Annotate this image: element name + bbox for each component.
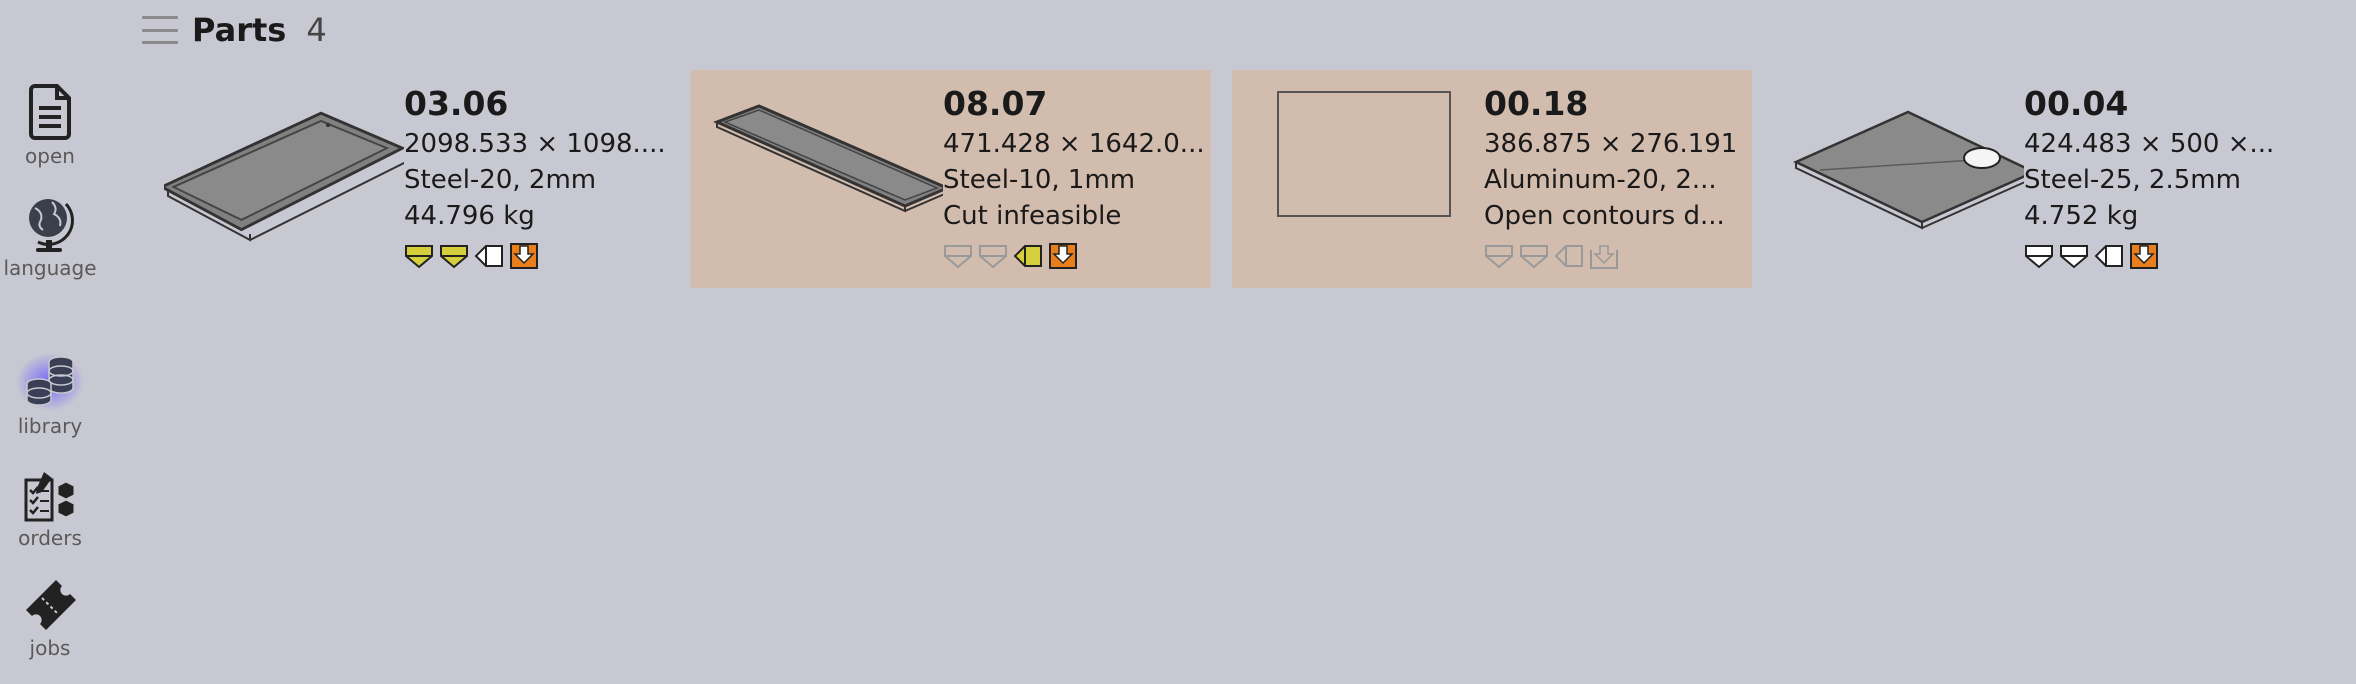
bend-down-icon[interactable]: [1519, 242, 1549, 270]
part-card-00-18[interactable]: 00.18 386.875 × 276.191 Aluminum-20, 2..…: [1232, 70, 1752, 288]
ticket-icon: [26, 580, 76, 630]
bend-down-icon[interactable]: [943, 242, 973, 270]
part-thumbnail: [164, 111, 404, 242]
sidebar-item-language[interactable]: language: [0, 194, 100, 280]
orders-checklist-icon: [24, 472, 75, 522]
sidebar-item-label: orders: [18, 526, 82, 550]
part-dimensions: 424.483 × 500 ×...: [2024, 129, 2275, 159]
part-status: Open contours d...: [1484, 201, 1725, 231]
part-thumbnail: [1793, 110, 2024, 230]
part-material: Steel-20, 2mm: [404, 165, 597, 195]
download-icon[interactable]: [509, 242, 539, 270]
tag-icon[interactable]: [1013, 242, 1043, 270]
part-status-icons: [1484, 242, 1748, 270]
page-title: Parts: [192, 11, 287, 49]
part-info: 08.07 471.428 × 1642.0... Steel-10, 1mm …: [943, 82, 1207, 270]
part-dimensions: 386.875 × 276.191: [1484, 129, 1738, 159]
download-icon[interactable]: [1589, 242, 1619, 270]
tag-icon[interactable]: [2094, 242, 2124, 270]
sidebar-item-label: open: [25, 144, 75, 168]
bend-down-icon[interactable]: [439, 242, 469, 270]
sidebar-item-jobs[interactable]: jobs: [0, 576, 100, 660]
sidebar-item-label: jobs: [29, 636, 71, 660]
part-dimensions: 2098.533 × 1098....: [404, 129, 666, 159]
sidebar: open language library orders jobs: [0, 0, 100, 684]
part-card-03-06[interactable]: 03.06 2098.533 × 1098.... Steel-20, 2mm …: [152, 70, 672, 288]
bend-down-icon[interactable]: [978, 242, 1008, 270]
part-card-00-04[interactable]: 00.04 424.483 × 500 ×... Steel-25, 2.5mm…: [1772, 70, 2292, 288]
sidebar-item-label: library: [17, 414, 83, 438]
part-card-08-07[interactable]: 08.07 471.428 × 1642.0... Steel-10, 1mm …: [691, 70, 1211, 288]
menu-icon[interactable]: [140, 12, 180, 48]
bend-down-icon[interactable]: [2059, 242, 2089, 270]
download-icon[interactable]: [1048, 242, 1078, 270]
tag-icon[interactable]: [1554, 242, 1584, 270]
database-stack-icon: [16, 353, 84, 411]
download-icon[interactable]: [2129, 242, 2159, 270]
part-weight: 4.752 kg: [2024, 201, 2139, 231]
sidebar-item-label: language: [3, 256, 97, 280]
part-name: 08.07: [943, 84, 1048, 123]
bend-down-icon[interactable]: [2024, 242, 2054, 270]
tag-icon[interactable]: [474, 242, 504, 270]
part-weight: 44.796 kg: [404, 201, 535, 231]
sidebar-item-open[interactable]: open: [0, 82, 100, 168]
part-material: Steel-10, 1mm: [943, 165, 1136, 195]
parts-count: 4: [306, 11, 327, 49]
part-status-icons: [404, 242, 668, 270]
bend-down-icon[interactable]: [1484, 242, 1514, 270]
part-thumbnail: [713, 104, 943, 213]
header: Parts 4: [140, 8, 327, 52]
document-icon: [29, 84, 71, 140]
part-status-icons: [2024, 242, 2288, 270]
part-name: 00.04: [2024, 84, 2129, 123]
sidebar-item-orders[interactable]: orders: [0, 470, 100, 550]
part-info: 00.04 424.483 × 500 ×... Steel-25, 2.5mm…: [2024, 82, 2288, 270]
globe-icon: [29, 199, 74, 252]
part-material: Steel-25, 2.5mm: [2024, 165, 2241, 195]
sidebar-item-library[interactable]: library: [0, 352, 100, 438]
bend-down-icon[interactable]: [404, 242, 434, 270]
part-status: Cut infeasible: [943, 201, 1122, 231]
part-info: 00.18 386.875 × 276.191 Aluminum-20, 2..…: [1484, 82, 1748, 270]
part-status-icons: [943, 242, 1207, 270]
part-info: 03.06 2098.533 × 1098.... Steel-20, 2mm …: [404, 82, 668, 270]
part-name: 03.06: [404, 84, 509, 123]
part-thumbnail: [1277, 91, 1451, 217]
part-name: 00.18: [1484, 84, 1589, 123]
part-material: Aluminum-20, 2...: [1484, 165, 1717, 195]
part-dimensions: 471.428 × 1642.0...: [943, 129, 1205, 159]
